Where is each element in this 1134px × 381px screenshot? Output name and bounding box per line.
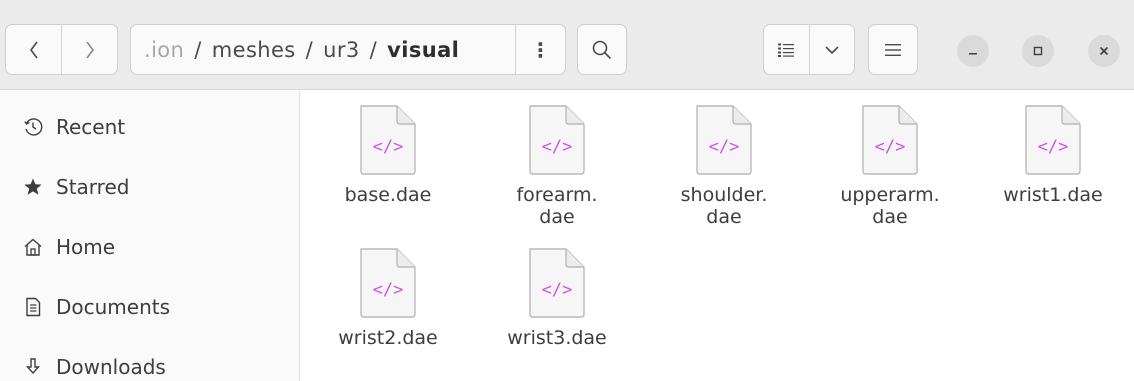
xml-file-icon: </> <box>859 103 921 177</box>
file-item[interactable]: </> upperarm. dae <box>810 103 970 228</box>
sidebar-item-home[interactable]: Home <box>0 219 299 275</box>
maximize-icon <box>1033 46 1043 56</box>
header-bar: .ion / meshes / ur3 / visual ⋮ <box>0 0 1134 90</box>
search-icon <box>592 40 612 59</box>
breadcrumb-separator: / <box>305 37 314 62</box>
sidebar-item-downloads[interactable]: Downloads <box>0 339 299 381</box>
maximize-button[interactable] <box>1022 35 1054 67</box>
breadcrumb-current-folder[interactable]: visual <box>387 38 459 62</box>
sidebar-item-label: Home <box>56 235 116 259</box>
sidebar-item-starred[interactable]: Starred <box>0 159 299 215</box>
file-grid: </> base.dae </> forearm. dae </> should… <box>301 91 1134 381</box>
chevron-down-icon <box>825 45 839 54</box>
breadcrumb: .ion / meshes / ur3 / visual <box>131 38 515 62</box>
list-view-icon <box>778 43 795 57</box>
file-item[interactable]: </> base.dae <box>308 103 468 206</box>
breadcrumb-separator: / <box>194 37 202 62</box>
file-name: forearm. dae <box>516 184 598 228</box>
view-toggle-group <box>763 24 855 75</box>
file-name: wrist3.dae <box>507 327 607 349</box>
minimize-button[interactable] <box>957 35 989 67</box>
file-name: upperarm. dae <box>840 184 940 228</box>
file-item[interactable]: </> shoulder. dae <box>644 103 804 228</box>
file-name: wrist2.dae <box>338 327 438 349</box>
file-name: wrist1.dae <box>1003 184 1103 206</box>
path-bar[interactable]: .ion / meshes / ur3 / visual ⋮ <box>130 24 566 75</box>
breadcrumb-separator: / <box>369 37 378 62</box>
breadcrumb-segment-ur3[interactable]: ur3 <box>323 38 360 62</box>
xml-file-icon: </> <box>357 246 419 320</box>
code-glyph: </> <box>874 137 906 157</box>
breadcrumb-truncated-prefix[interactable]: .ion <box>144 38 184 62</box>
close-button[interactable] <box>1088 35 1120 67</box>
code-glyph: </> <box>372 137 404 157</box>
folder-menu-button[interactable]: ⋮ <box>515 25 565 74</box>
xml-file-icon: </> <box>1022 103 1084 177</box>
code-glyph: </> <box>541 137 573 157</box>
document-icon <box>22 296 44 318</box>
sidebar-item-recent[interactable]: Recent <box>0 99 299 155</box>
sidebar-item-label: Downloads <box>56 355 166 379</box>
forward-button[interactable] <box>61 25 117 74</box>
home-icon <box>22 236 44 258</box>
breadcrumb-segment-meshes[interactable]: meshes <box>212 38 296 62</box>
xml-file-icon: </> <box>526 103 588 177</box>
chevron-right-icon <box>85 41 94 58</box>
code-glyph: </> <box>708 137 740 157</box>
chevron-left-icon <box>29 41 38 58</box>
list-view-button[interactable] <box>764 25 809 74</box>
navigation-buttons <box>5 24 118 75</box>
minimize-icon <box>969 53 977 55</box>
file-name: base.dae <box>344 184 432 206</box>
file-item[interactable]: </> forearm. dae <box>477 103 637 228</box>
xml-file-icon: </> <box>526 246 588 320</box>
file-item[interactable]: </> wrist1.dae <box>973 103 1133 206</box>
vertical-dots-icon: ⋮ <box>530 37 551 62</box>
file-item[interactable]: </> wrist3.dae <box>477 246 637 349</box>
sidebar: Recent Starred Home Documents Downloads <box>0 91 300 381</box>
file-item[interactable]: </> wrist2.dae <box>308 246 468 349</box>
code-glyph: </> <box>372 280 404 300</box>
code-glyph: </> <box>541 280 573 300</box>
code-glyph: </> <box>1037 137 1069 157</box>
star-icon <box>22 176 44 198</box>
hamburger-menu-icon <box>885 43 901 56</box>
search-button[interactable] <box>577 24 627 75</box>
download-icon <box>22 356 44 378</box>
back-button[interactable] <box>6 25 61 74</box>
xml-file-icon: </> <box>693 103 755 177</box>
xml-file-icon: </> <box>357 103 419 177</box>
sidebar-item-label: Starred <box>56 175 130 199</box>
view-options-dropdown[interactable] <box>808 25 855 74</box>
main-menu-button[interactable] <box>868 24 918 75</box>
sidebar-item-documents[interactable]: Documents <box>0 279 299 335</box>
close-icon <box>1099 46 1109 56</box>
sidebar-item-label: Documents <box>56 295 171 319</box>
file-name: shoulder. dae <box>680 184 768 228</box>
sidebar-item-label: Recent <box>56 115 126 139</box>
clock-icon <box>22 116 44 138</box>
